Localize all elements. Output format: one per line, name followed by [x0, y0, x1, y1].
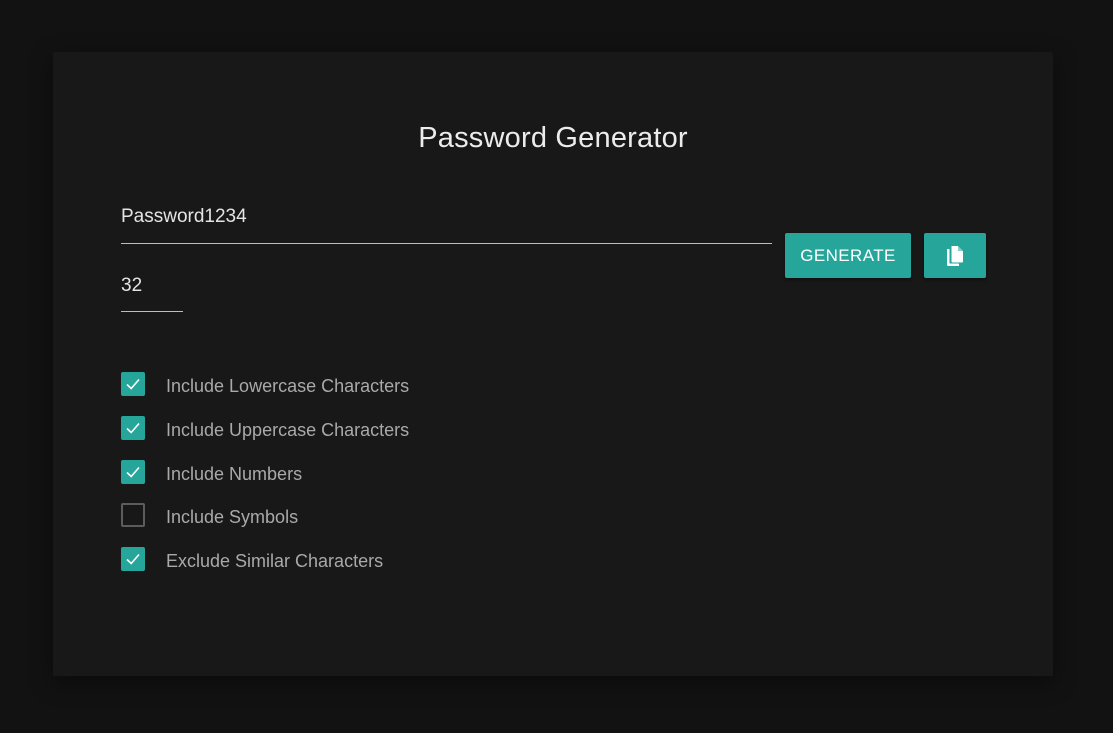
option-exclude-similar[interactable]: Exclude Similar Characters: [121, 545, 383, 573]
option-label: Include Symbols: [166, 506, 299, 527]
checkbox-include-symbols[interactable]: [121, 503, 145, 527]
check-icon: [126, 378, 140, 390]
option-label: Include Uppercase Characters: [166, 419, 410, 440]
password-field[interactable]: [121, 202, 772, 244]
checkbox-exclude-similar[interactable]: [121, 547, 145, 571]
option-include-numbers[interactable]: Include Numbers: [121, 458, 302, 486]
generate-button[interactable]: GENERATE: [785, 233, 911, 278]
page-title: Password Generator: [418, 122, 688, 154]
copy-button[interactable]: [924, 233, 986, 278]
option-label: Include Numbers: [166, 463, 303, 484]
length-input[interactable]: [121, 271, 183, 301]
option-include-uppercase[interactable]: Include Uppercase Characters: [121, 414, 409, 442]
password-input[interactable]: [121, 202, 772, 232]
length-field[interactable]: [121, 271, 183, 312]
checkbox-include-uppercase[interactable]: [121, 416, 145, 440]
option-include-lowercase[interactable]: Include Lowercase Characters: [121, 370, 409, 398]
password-generator-card: Password Generator GENERATE Include Lowe…: [53, 52, 1053, 676]
copy-icon: [947, 245, 963, 266]
check-icon: [126, 422, 140, 434]
option-include-symbols[interactable]: Include Symbols: [121, 501, 298, 529]
check-icon: [126, 553, 140, 565]
option-label: Exclude Similar Characters: [166, 550, 384, 571]
check-icon: [126, 466, 140, 478]
checkbox-include-lowercase[interactable]: [121, 372, 145, 396]
checkbox-include-numbers[interactable]: [121, 460, 145, 484]
option-label: Include Lowercase Characters: [166, 375, 410, 396]
